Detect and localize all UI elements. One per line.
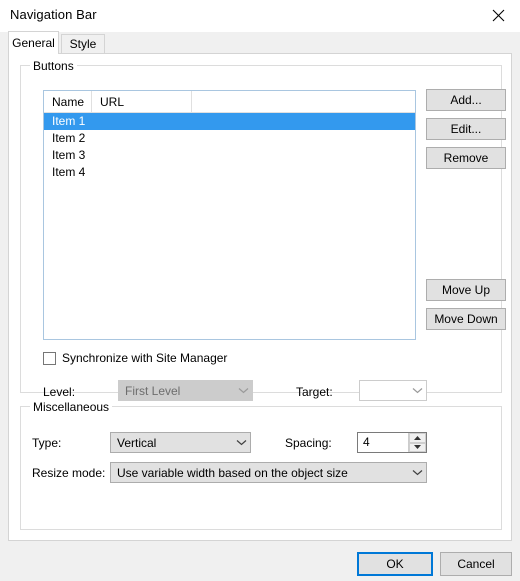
close-icon xyxy=(492,9,504,21)
tab-strip: General Style xyxy=(8,31,512,54)
list-item[interactable]: Item 2 xyxy=(44,130,415,147)
tab-page-general: Buttons Name URL Item 1 Item 2 Item 3 It… xyxy=(8,53,512,541)
chevron-down-icon xyxy=(408,469,426,476)
cancel-button[interactable]: Cancel xyxy=(440,552,512,576)
spacing-input[interactable]: 4 xyxy=(358,433,408,452)
caret-up-icon xyxy=(414,435,421,440)
list-body: Item 1 Item 2 Item 3 Item 4 xyxy=(44,113,415,181)
type-select-value: Vertical xyxy=(117,435,157,450)
list-item[interactable]: Item 1 xyxy=(44,113,415,130)
caret-down-icon xyxy=(414,445,421,450)
resize-mode-select[interactable]: Use variable width based on the object s… xyxy=(110,462,427,483)
chevron-down-icon xyxy=(408,387,426,394)
type-label: Type: xyxy=(32,436,62,450)
spacing-decrement-button[interactable] xyxy=(409,442,426,452)
spacing-increment-button[interactable] xyxy=(409,433,426,443)
tab-general[interactable]: General xyxy=(8,31,59,54)
add-button[interactable]: Add... xyxy=(426,89,506,111)
chevron-down-icon xyxy=(234,387,252,394)
title-bar: Navigation Bar xyxy=(0,0,520,32)
target-label: Target: xyxy=(296,385,333,399)
tab-style-label: Style xyxy=(69,37,97,51)
group-buttons: Buttons Name URL Item 1 Item 2 Item 3 It… xyxy=(20,59,506,401)
spacing-stepper-buttons xyxy=(408,433,426,452)
group-buttons-legend: Buttons xyxy=(30,59,77,73)
remove-button[interactable]: Remove xyxy=(426,147,506,169)
resize-mode-select-value: Use variable width based on the object s… xyxy=(117,465,348,480)
list-item-name: Item 4 xyxy=(52,165,86,179)
move-up-button[interactable]: Move Up xyxy=(426,279,506,301)
level-label: Level: xyxy=(43,385,76,399)
spacing-label: Spacing: xyxy=(285,436,332,450)
list-item[interactable]: Item 3 xyxy=(44,147,415,164)
tab-general-label: General xyxy=(12,36,55,50)
buttons-list[interactable]: Name URL Item 1 Item 2 Item 3 Item 4 xyxy=(43,90,416,340)
level-select-value: First Level xyxy=(125,383,181,398)
spacing-stepper[interactable]: 4 xyxy=(357,432,427,453)
synchronize-checkbox[interactable] xyxy=(43,351,56,365)
synchronize-checkbox-row[interactable]: Synchronize with Site Manager xyxy=(43,351,227,365)
target-select[interactable] xyxy=(359,380,427,401)
column-header-name[interactable]: Name xyxy=(44,91,92,112)
chevron-down-icon xyxy=(232,439,250,446)
group-miscellaneous: Miscellaneous Type: Vertical Spacing: 4 … xyxy=(20,400,502,530)
list-item-name: Item 1 xyxy=(52,114,86,128)
list-item[interactable]: Item 4 xyxy=(44,164,415,181)
synchronize-checkbox-label: Synchronize with Site Manager xyxy=(62,351,228,365)
type-select[interactable]: Vertical xyxy=(110,432,251,453)
resize-mode-label: Resize mode: xyxy=(32,466,106,480)
list-header: Name URL xyxy=(44,91,415,113)
column-header-url[interactable]: URL xyxy=(92,91,192,112)
ok-button[interactable]: OK xyxy=(357,552,433,576)
edit-button[interactable]: Edit... xyxy=(426,118,506,140)
window-title: Navigation Bar xyxy=(10,7,97,22)
list-item-name: Item 2 xyxy=(52,131,86,145)
level-select[interactable]: First Level xyxy=(118,380,253,401)
list-item-name: Item 3 xyxy=(52,148,86,162)
tab-style[interactable]: Style xyxy=(61,34,105,53)
close-button[interactable] xyxy=(476,0,520,30)
group-miscellaneous-legend: Miscellaneous xyxy=(30,400,113,414)
move-down-button[interactable]: Move Down xyxy=(426,308,506,330)
